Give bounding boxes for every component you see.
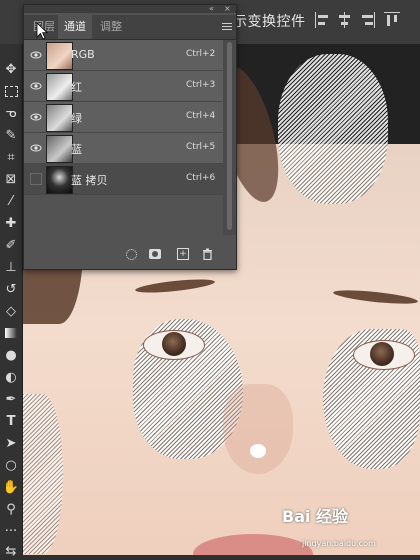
trash-icon[interactable]	[200, 247, 214, 261]
visibility-eye-icon[interactable]	[30, 49, 42, 61]
channel-row-blue-copy[interactable]: 蓝 拷贝 Ctrl+6	[24, 164, 223, 195]
left-eye	[143, 330, 205, 360]
align-center-icon[interactable]	[337, 12, 353, 28]
selection-left-edge	[23, 394, 63, 554]
channel-name: RGB	[71, 48, 95, 61]
channel-row-green[interactable]: 绿 Ctrl+4	[24, 102, 223, 133]
align-right-icon[interactable]	[359, 12, 375, 28]
channel-shortcut: Ctrl+2	[186, 49, 216, 59]
panel-menu-icon[interactable]	[222, 23, 232, 31]
watermark-logo: Bai 经验	[282, 507, 349, 526]
dodge-icon[interactable]: ◐	[2, 368, 20, 386]
pen-icon[interactable]: ✒	[2, 390, 20, 408]
quick-select-icon[interactable]: ✎	[2, 126, 20, 144]
channel-row-red[interactable]: 红 Ctrl+3	[24, 71, 223, 102]
selection-forehead	[278, 54, 388, 204]
channel-thumbnail	[46, 166, 73, 194]
move-icon[interactable]: ✥	[2, 60, 20, 78]
mask-icon[interactable]	[148, 247, 162, 261]
channel-shortcut: Ctrl+6	[186, 173, 216, 183]
stamp-icon[interactable]: ⊥	[2, 258, 20, 276]
path-select-icon[interactable]: ➤	[2, 434, 20, 452]
channels-panel: « × 图层 通道 调整 RGB Ctrl+2 红 Ctrl+3 绿 Ctrl+…	[23, 4, 237, 270]
panel-footer: +	[24, 241, 236, 269]
tab-channels[interactable]: 通道	[58, 15, 92, 39]
lips	[193, 534, 313, 555]
frame-icon[interactable]: ⊠	[2, 170, 20, 188]
crop-icon[interactable]: ⌗	[2, 148, 20, 166]
visibility-toggle-off[interactable]	[30, 173, 42, 185]
channel-name: 红	[71, 81, 82, 94]
hand-icon[interactable]: ✋	[2, 478, 20, 496]
channel-thumbnail	[46, 104, 73, 132]
channel-thumbnail	[46, 42, 73, 70]
zoom-icon[interactable]: ⚲	[2, 500, 20, 518]
channel-name: 蓝	[71, 143, 82, 156]
align-left-icon[interactable]	[315, 12, 331, 28]
healing-icon[interactable]: ✚	[2, 214, 20, 232]
channel-row-rgb[interactable]: RGB Ctrl+2	[24, 40, 223, 71]
more-icon[interactable]: ···	[2, 522, 20, 540]
visibility-eye-icon[interactable]	[30, 142, 42, 154]
align-top-icon[interactable]	[384, 12, 400, 28]
brush-icon[interactable]: ✐	[2, 236, 20, 254]
tools-panel: ✥ ᓀ ✎ ⌗ ⊠ ⁄ ✚ ✐ ⊥ ↺ ◇ ● ◐ ✒ T ➤ ○ ✋ ⚲ ··…	[0, 44, 23, 559]
channel-shortcut: Ctrl+4	[186, 111, 216, 121]
channel-name: 绿	[71, 112, 82, 125]
swap-colors-icon[interactable]: ⇆	[2, 542, 20, 560]
channel-name: 蓝 拷贝	[71, 174, 108, 187]
selection-nose-tip	[250, 444, 266, 458]
collapse-panel-icon[interactable]: «	[209, 5, 214, 13]
show-transform-controls-label[interactable]: 示变换控件	[233, 11, 306, 31]
dotted-circle-icon[interactable]	[124, 247, 138, 261]
channel-row-blue[interactable]: 蓝 Ctrl+5	[24, 133, 223, 164]
eyedropper-icon[interactable]: ⁄	[2, 192, 20, 210]
right-eye	[353, 340, 415, 370]
panel-header: « ×	[24, 5, 236, 13]
channel-shortcut: Ctrl+3	[186, 80, 216, 90]
close-panel-icon[interactable]: ×	[224, 5, 231, 13]
lasso-icon[interactable]: ᓀ	[2, 104, 20, 122]
type-icon[interactable]: T	[2, 412, 20, 430]
blur-icon[interactable]: ●	[2, 346, 20, 364]
history-brush-icon[interactable]: ↺	[2, 280, 20, 298]
panel-scrollbar[interactable]	[223, 40, 236, 235]
channel-thumbnail	[46, 135, 73, 163]
mouse-cursor-icon	[36, 22, 48, 40]
gradient-icon[interactable]	[2, 324, 20, 342]
channel-shortcut: Ctrl+5	[186, 142, 216, 152]
watermark-url: jingyan.baidu.com	[302, 539, 376, 548]
visibility-eye-icon[interactable]	[30, 80, 42, 92]
channel-thumbnail	[46, 73, 73, 101]
panel-tabs: 图层 通道 调整	[24, 15, 236, 40]
eraser-icon[interactable]: ◇	[2, 302, 20, 320]
visibility-eye-icon[interactable]	[30, 111, 42, 123]
new-channel-icon[interactable]: +	[176, 247, 190, 261]
ellipse-icon[interactable]: ○	[2, 456, 20, 474]
tab-adjustments[interactable]: 调整	[94, 15, 128, 39]
marquee-icon[interactable]	[2, 82, 20, 100]
